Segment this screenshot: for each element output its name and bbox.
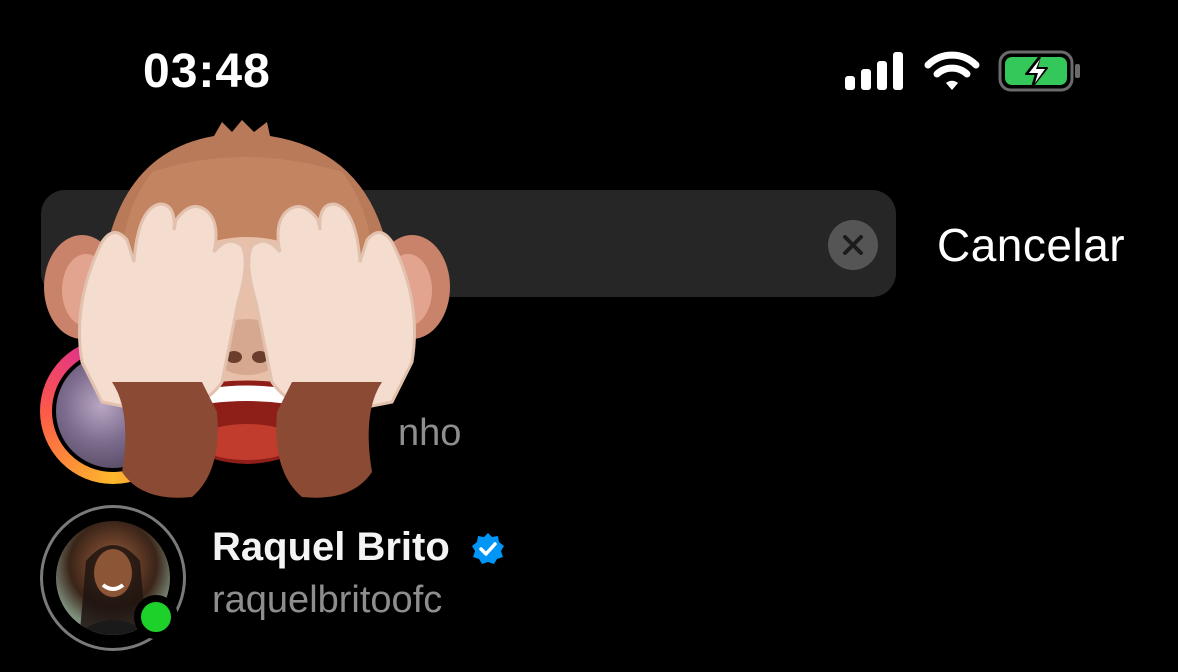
see-no-evil-monkey-sticker — [44, 120, 450, 498]
clear-icon — [843, 235, 863, 255]
online-status-dot — [134, 595, 178, 639]
cancel-button[interactable]: Cancelar — [937, 218, 1125, 272]
verified-badge-icon — [471, 533, 504, 565]
clear-search-button[interactable] — [828, 220, 878, 270]
battery-charging-icon — [998, 50, 1080, 92]
status-time: 03:48 — [143, 45, 271, 98]
wifi-icon — [924, 51, 980, 90]
result-name: Raquel Brito — [212, 525, 505, 570]
result-name-text: Raquel Brito — [212, 525, 450, 569]
search-result-row[interactable]: Raquel Brito raquelbritoofc — [40, 505, 940, 655]
result-username: raquelbritoofc — [212, 579, 443, 621]
cellular-signal-icon — [845, 52, 903, 90]
